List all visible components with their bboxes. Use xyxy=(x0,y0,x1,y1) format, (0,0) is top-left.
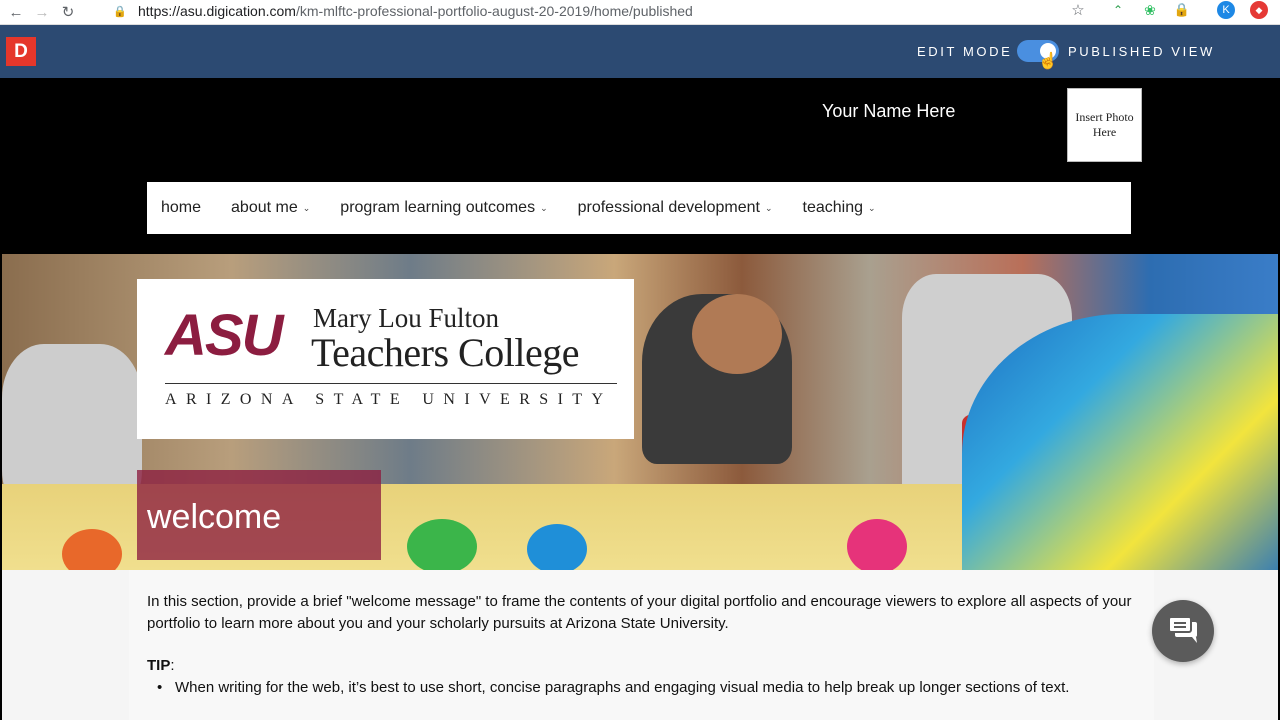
chevron-down-icon: ⌄ xyxy=(764,202,773,213)
banner-photo-ball xyxy=(407,519,477,570)
nav-item-program-learning-outcomes[interactable]: program learning outcomes ⌄ xyxy=(340,199,547,217)
nav-item-teaching[interactable]: teaching ⌄ xyxy=(803,199,876,217)
tip-heading: TIP: xyxy=(147,657,175,674)
profile-avatar-icon[interactable]: K xyxy=(1217,1,1235,19)
site-header: Your Name Here Insert Photo Here home ab… xyxy=(0,78,1280,254)
digication-topbar: D EDIT MODE PUBLISHED VIEW xyxy=(0,25,1280,78)
welcome-paragraph: In this section, provide a brief "welcom… xyxy=(147,593,1132,632)
banner-photo-figure xyxy=(692,294,782,374)
extension-red-icon[interactable]: ◆ xyxy=(1250,1,1268,19)
browser-toolbar: ← → ↻ 🔒 https://asu.digication.com/km-ml… xyxy=(0,0,1280,25)
college-name-line2: Teachers College xyxy=(311,330,579,375)
asu-wordmark: ASU xyxy=(165,303,283,368)
published-view-label[interactable]: PUBLISHED VIEW xyxy=(1068,44,1215,59)
back-icon[interactable]: ← xyxy=(6,2,26,22)
banner-photo-ball xyxy=(847,519,907,570)
url-text[interactable]: https://asu.digication.com/km-mlftc-prof… xyxy=(138,3,693,19)
chat-icon xyxy=(1168,616,1197,643)
university-name: ARIZONA STATE UNIVERSITY xyxy=(165,391,613,408)
star-icon[interactable]: ☆ xyxy=(1068,0,1088,20)
page-content: In this section, provide a brief "welcom… xyxy=(2,570,1278,720)
chevron-down-icon: ⌄ xyxy=(540,202,548,213)
nav-item-about-me[interactable]: about me ⌄ xyxy=(231,199,310,217)
hero-banner: ASU Mary Lou Fulton Teachers College ARI… xyxy=(2,254,1278,570)
reload-icon[interactable]: ↻ xyxy=(58,2,78,22)
nav-item-home[interactable]: home xyxy=(161,199,201,217)
page-title: welcome xyxy=(147,498,282,536)
chevron-down-icon: ⌄ xyxy=(302,202,311,213)
portfolio-owner-name: Your Name Here xyxy=(822,101,956,121)
nav-item-professional-development[interactable]: professional development ⌄ xyxy=(578,199,773,217)
list-item: • When writing for the web, it’s best to … xyxy=(157,679,1070,696)
extension-ext1-icon[interactable]: ⌃ xyxy=(1109,1,1127,19)
photo-placeholder-text: Insert Photo Here xyxy=(1075,110,1134,139)
college-logo: ASU Mary Lou Fulton Teachers College ARI… xyxy=(137,279,634,439)
edit-mode-label[interactable]: EDIT MODE xyxy=(917,44,1012,59)
chat-button[interactable] xyxy=(1152,600,1214,662)
banner-photo-ball xyxy=(527,524,587,570)
profile-photo-placeholder: Insert Photo Here xyxy=(1067,88,1142,162)
digication-logo[interactable]: D xyxy=(6,37,36,66)
address-bar[interactable]: 🔒 https://asu.digication.com/km-mlftc-pr… xyxy=(104,0,1094,22)
lock-extension-icon[interactable]: 🔒 xyxy=(1173,1,1191,19)
logo-divider xyxy=(165,383,617,384)
site-navigation: home about me ⌄ program learning outcomes… xyxy=(147,182,1131,234)
evernote-icon[interactable]: ❀ xyxy=(1141,1,1159,19)
page-title-box: welcome xyxy=(137,470,381,560)
pointer-cursor-icon: ☝ xyxy=(1038,53,1058,70)
forward-icon[interactable]: → xyxy=(32,2,52,22)
lock-icon: 🔒 xyxy=(113,5,127,18)
chevron-down-icon: ⌄ xyxy=(868,202,876,213)
content-column: In this section, provide a brief "welcom… xyxy=(129,570,1154,720)
